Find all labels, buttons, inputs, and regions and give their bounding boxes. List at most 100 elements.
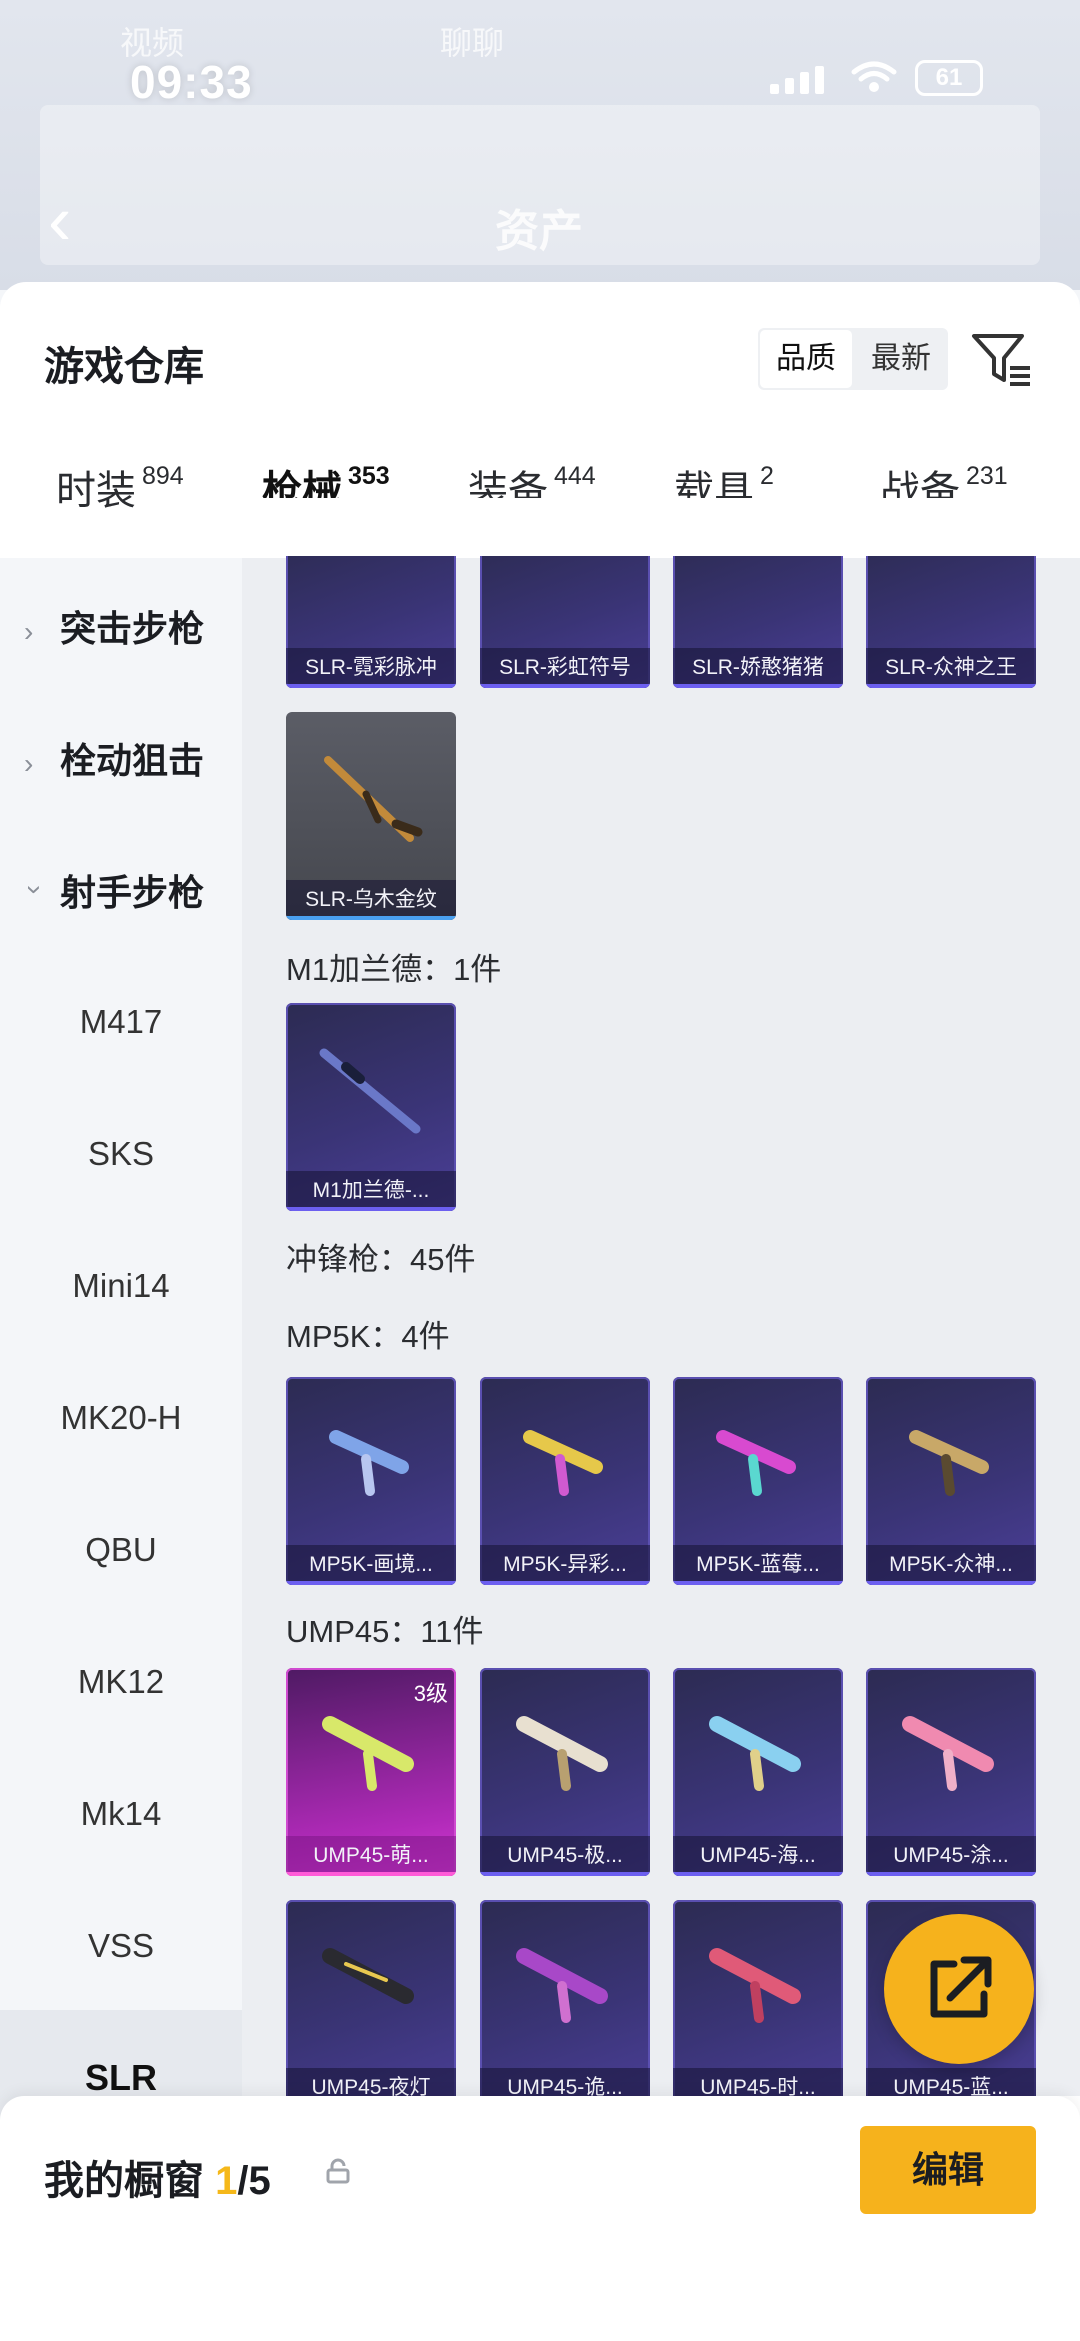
rarity-bar xyxy=(673,1872,843,1876)
sidebar-item-sks[interactable]: SKS xyxy=(0,1124,242,1184)
item-name: SLR-乌木金纹 xyxy=(305,888,437,911)
item-name: MP5K-异彩... xyxy=(503,1553,627,1576)
sidebar-group-assault-rifle[interactable]: › 突击步枪 xyxy=(24,600,204,652)
section-header-ump45: UMP45：11件 xyxy=(286,1614,484,1649)
sidebar-item-vss[interactable]: VSS xyxy=(0,1916,242,1976)
sidebar-group-marksman-rifle[interactable]: › 射手步枪 xyxy=(20,864,205,916)
item-card[interactable]: SLR-霓彩脉冲 xyxy=(286,540,456,688)
edit-button[interactable]: 编辑 xyxy=(860,2126,1036,2214)
chevron-right-icon: › xyxy=(24,748,34,779)
rarity-bar xyxy=(286,1207,456,1211)
sidebar-item-mini14[interactable]: Mini14 xyxy=(0,1256,242,1316)
battery-indicator: 61 xyxy=(915,60,983,96)
back-arrow-icon[interactable]: ‹ xyxy=(48,185,71,255)
item-name: UMP45-极... xyxy=(507,1844,623,1867)
tab-count: 2 xyxy=(760,461,774,490)
item-name: MP5K-众神... xyxy=(889,1553,1013,1576)
item-card[interactable]: UMP45-极... xyxy=(480,1668,650,1876)
weapon-sidebar: › 突击步枪 › 栓动狙击 › 射手步枪 M417 SKS Mini14 MK20-H… xyxy=(0,558,242,2288)
rarity-bar xyxy=(673,684,843,688)
item-name: MP5K-画境... xyxy=(309,1553,433,1576)
sort-toggle: 品质 最新 xyxy=(758,328,948,390)
tabs-backdrop xyxy=(242,498,1080,556)
smg-icon xyxy=(322,1716,414,1791)
page-title: 游戏仓库 xyxy=(44,345,204,389)
item-card[interactable]: SLR-娇憨猪猪 xyxy=(673,540,843,688)
smg-icon xyxy=(902,1716,994,1791)
rarity-bar xyxy=(480,1581,650,1585)
showcase-bar: 我的橱窗 1/5 编辑 xyxy=(0,2096,1080,2341)
showcase-title: 我的橱窗 xyxy=(44,2159,204,2203)
rarity-bar xyxy=(673,1581,843,1585)
item-card[interactable]: UMP45-时... xyxy=(673,1900,843,2108)
item-name: UMP45-萌... xyxy=(313,1844,429,1867)
sidebar-item-qbu[interactable]: QBU xyxy=(0,1520,242,1580)
sidebar-item-mk20h[interactable]: MK20-H xyxy=(0,1388,242,1448)
tab-count: 444 xyxy=(554,461,596,490)
tab-fashion[interactable]: 时装 894 xyxy=(56,458,184,516)
sort-quality-button[interactable]: 品质 xyxy=(760,330,852,388)
smg-icon xyxy=(329,1430,409,1496)
smg-icon xyxy=(716,1430,796,1496)
showcase-current-count: 1 xyxy=(215,2159,238,2203)
section-header-m1: M1加兰德：1件 xyxy=(286,952,502,987)
showcase-label: 我的橱窗 1/5 xyxy=(44,2148,271,2206)
section-header-mp5k: MP5K：4件 xyxy=(286,1319,450,1354)
rarity-bar xyxy=(286,1872,456,1876)
smg-icon xyxy=(516,1716,608,1791)
rarity-bar xyxy=(286,684,456,688)
smg-icon xyxy=(516,1948,608,2023)
item-card[interactable]: 3级 UMP45-萌... xyxy=(286,1668,456,1876)
item-card[interactable]: MP5K-蓝莓... xyxy=(673,1377,843,1585)
showcase-total-count: /5 xyxy=(237,2159,271,2203)
item-card[interactable]: SLR-乌木金纹 xyxy=(286,712,456,920)
smg-icon xyxy=(709,1716,801,1791)
top-header-background: 视频 聊聊 09:33 61 ‹ 资产 xyxy=(0,0,1080,290)
sort-newest-button[interactable]: 最新 xyxy=(854,328,948,390)
rarity-bar xyxy=(286,1581,456,1585)
item-name: UMP45-海... xyxy=(700,1844,816,1867)
item-card[interactable]: UMP45-诡... xyxy=(480,1900,650,2108)
cellular-signal-icon xyxy=(770,66,824,94)
sidebar-group-bolt-sniper[interactable]: › 栓动狙击 xyxy=(24,732,204,784)
smg-icon xyxy=(523,1430,603,1496)
rifle-icon xyxy=(324,756,423,842)
tab-count: 894 xyxy=(142,461,184,490)
item-card[interactable]: SLR-众神之王 xyxy=(866,540,1036,688)
smg-icon xyxy=(909,1430,989,1496)
item-card[interactable]: SLR-彩虹符号 xyxy=(480,540,650,688)
share-icon xyxy=(930,1956,992,2018)
item-card[interactable]: UMP45-涂... xyxy=(866,1668,1036,1876)
item-name: SLR-娇憨猪猪 xyxy=(692,656,824,679)
rifle-icon xyxy=(319,1048,421,1134)
item-card[interactable]: MP5K-众神... xyxy=(866,1377,1036,1585)
share-button[interactable] xyxy=(884,1914,1034,2064)
tab-count: 353 xyxy=(348,461,390,490)
item-card[interactable]: UMP45-海... xyxy=(673,1668,843,1876)
sidebar-item-mk12[interactable]: MK12 xyxy=(0,1652,242,1712)
sidebar-item-mk14[interactable]: Mk14 xyxy=(0,1784,242,1844)
tab-count: 231 xyxy=(966,461,1008,490)
wifi-icon xyxy=(851,61,897,92)
nav-title: 资产 xyxy=(495,207,583,256)
rarity-bar xyxy=(286,916,456,920)
item-card[interactable]: UMP45-夜灯 xyxy=(286,1900,456,2108)
item-card[interactable]: MP5K-画境... xyxy=(286,1377,456,1585)
chevron-right-icon: › xyxy=(24,616,34,647)
sidebar-group-label: 栓动狙击 xyxy=(60,740,205,781)
smg-icon xyxy=(709,1948,801,2023)
item-name: SLR-彩虹符号 xyxy=(499,656,631,679)
filter-icon[interactable] xyxy=(970,330,1034,390)
sidebar-group-label: 射手步枪 xyxy=(60,872,205,913)
lock-icon xyxy=(326,2158,350,2184)
rarity-bar xyxy=(866,1872,1036,1876)
item-card[interactable]: MP5K-异彩... xyxy=(480,1377,650,1585)
item-name: M1加兰德-... xyxy=(312,1179,430,1202)
rarity-bar xyxy=(866,684,1036,688)
item-card[interactable]: M1加兰德-... xyxy=(286,1003,456,1211)
tab-label: 时装 xyxy=(56,469,136,513)
section-header-smg: 冲锋枪：45件 xyxy=(286,1242,476,1277)
rarity-bar xyxy=(866,1581,1036,1585)
sidebar-item-m417[interactable]: M417 xyxy=(0,992,242,1052)
item-name: SLR-霓彩脉冲 xyxy=(305,656,437,679)
